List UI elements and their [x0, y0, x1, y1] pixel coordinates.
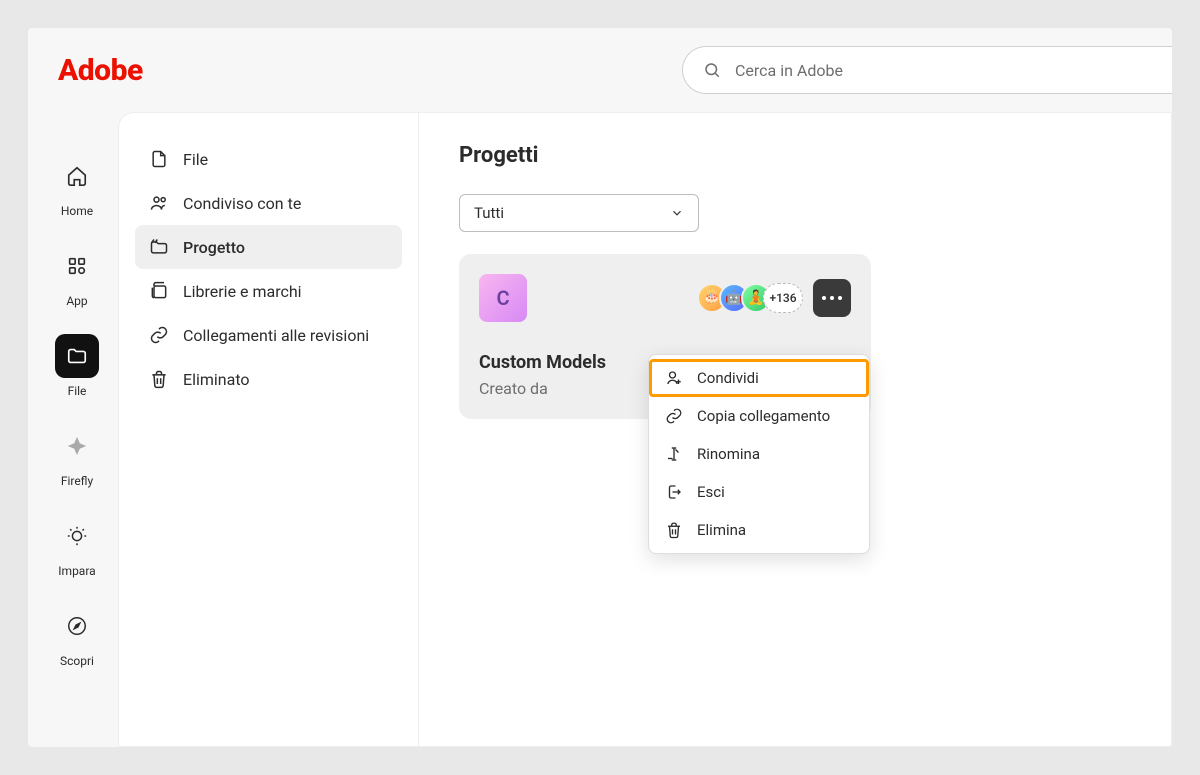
menu-item-copylink[interactable]: Copia collegamento — [649, 397, 869, 435]
menu-label: Copia collegamento — [697, 407, 830, 425]
chevron-down-icon — [670, 206, 684, 220]
sidebar-label: Librerie e marchi — [183, 282, 302, 301]
rail-label-firefly: Firefly — [61, 474, 93, 488]
app-frame: Adobe Cerca in Adobe Home App File Firef… — [28, 28, 1172, 747]
sidebar-item-reviews[interactable]: Collegamenti alle revisioni — [135, 313, 402, 357]
more-button[interactable] — [813, 279, 851, 317]
filter-value: Tutti — [474, 204, 504, 222]
sidebar-item-deleted[interactable]: Eliminato — [135, 357, 402, 401]
page-title: Progetti — [459, 143, 1131, 168]
sidebar-item-project[interactable]: Progetto — [135, 225, 402, 269]
left-rail: Home App File Firefly Impara Scopri — [28, 148, 126, 668]
header: Adobe Cerca in Adobe — [28, 28, 1172, 112]
sidebar: File Condiviso con te Progetto Librerie … — [119, 113, 419, 746]
apps-icon — [66, 255, 88, 277]
rail-item-file[interactable]: File — [47, 334, 107, 398]
rail-item-firefly[interactable]: Firefly — [47, 424, 107, 488]
menu-label: Elimina — [697, 521, 746, 539]
member-avatars: 🎂 🤖 🧘 +136 — [697, 283, 803, 313]
trash-icon — [665, 521, 683, 539]
menu-label: Condividi — [697, 369, 759, 387]
sidebar-item-libraries[interactable]: Librerie e marchi — [135, 269, 402, 313]
menu-item-rename[interactable]: Rinomina — [649, 435, 869, 473]
rail-label-discover: Scopri — [60, 654, 94, 668]
search-input[interactable]: Cerca in Adobe — [682, 46, 1172, 94]
link-icon — [149, 325, 169, 345]
trash-icon — [149, 369, 169, 389]
sidebar-label: Progetto — [183, 238, 245, 257]
home-icon — [66, 165, 88, 187]
people-icon — [149, 193, 169, 213]
rail-item-discover[interactable]: Scopri — [47, 604, 107, 668]
menu-label: Rinomina — [697, 445, 760, 463]
project-icon — [149, 237, 169, 257]
rail-label-home: Home — [61, 204, 93, 218]
rail-label-app: App — [66, 294, 87, 308]
card-actions: 🎂 🤖 🧘 +136 — [697, 279, 851, 317]
adobe-logo: Adobe — [58, 53, 143, 88]
card-header: C 🎂 🤖 🧘 +136 — [479, 274, 851, 322]
search-placeholder: Cerca in Adobe — [735, 61, 843, 80]
exit-icon — [665, 483, 683, 501]
filter-dropdown[interactable]: Tutti — [459, 194, 699, 232]
menu-label: Esci — [697, 483, 725, 501]
context-menu: Condividi Copia collegamento Rinomina Es… — [648, 354, 870, 554]
lightbulb-icon — [66, 525, 88, 547]
person-plus-icon — [665, 369, 683, 387]
compass-icon — [66, 615, 88, 637]
libraries-icon — [149, 281, 169, 301]
sidebar-item-shared[interactable]: Condiviso con te — [135, 181, 402, 225]
rail-item-home[interactable]: Home — [47, 154, 107, 218]
search-wrap: Cerca in Adobe — [682, 46, 1172, 94]
menu-item-share[interactable]: Condividi — [649, 359, 869, 397]
sidebar-label: Condiviso con te — [183, 194, 301, 213]
menu-item-delete[interactable]: Elimina — [649, 511, 869, 549]
sidebar-item-file[interactable]: File — [135, 137, 402, 181]
project-thumbnail: C — [479, 274, 527, 322]
rail-item-app[interactable]: App — [47, 244, 107, 308]
sidebar-label: Collegamenti alle revisioni — [183, 326, 369, 345]
firefly-icon — [66, 435, 88, 457]
rail-item-learn[interactable]: Impara — [47, 514, 107, 578]
file-icon — [149, 149, 169, 169]
menu-item-leave[interactable]: Esci — [649, 473, 869, 511]
avatar-overflow: +136 — [763, 283, 803, 313]
rename-icon — [665, 445, 683, 463]
sidebar-label: File — [183, 150, 208, 169]
folder-icon — [66, 345, 88, 367]
rail-label-learn: Impara — [58, 564, 95, 578]
sidebar-label: Eliminato — [183, 370, 250, 389]
content-panel: File Condiviso con te Progetto Librerie … — [118, 112, 1172, 747]
search-icon — [703, 61, 721, 79]
rail-label-file: File — [68, 384, 87, 398]
link-icon — [665, 407, 683, 425]
